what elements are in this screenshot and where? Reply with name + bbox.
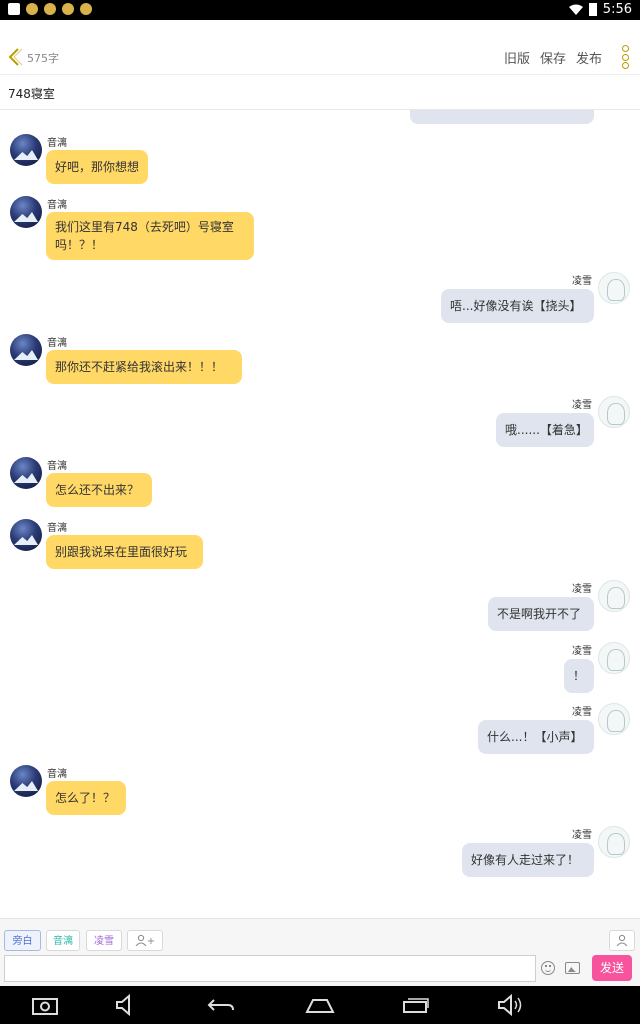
sender-name: 音漓 bbox=[47, 338, 67, 349]
message-text: 那你还不赶紧给我滚出来！！！ bbox=[55, 360, 224, 374]
message-text: 别跟我说呆在里面很好玩 bbox=[55, 545, 188, 559]
sender-name: 凌雪 bbox=[572, 707, 592, 718]
camera-icon[interactable] bbox=[32, 994, 58, 1016]
message-bubble[interactable]: 怎么了！？ bbox=[46, 781, 126, 815]
avatar[interactable] bbox=[598, 703, 630, 735]
sender-name: 凌雪 bbox=[572, 830, 592, 841]
message-input[interactable] bbox=[4, 955, 536, 982]
status-time: 5:56 bbox=[602, 2, 632, 17]
notification-icons bbox=[8, 3, 92, 15]
sender-name: 凌雪 bbox=[572, 646, 592, 657]
avatar[interactable] bbox=[10, 134, 42, 166]
avatar[interactable] bbox=[598, 826, 630, 858]
sender-name: 音漓 bbox=[47, 200, 67, 211]
role-narrator-button[interactable]: 旁白 bbox=[4, 930, 41, 951]
emoji-icon[interactable] bbox=[541, 961, 555, 975]
message-bubble[interactable]: 不是啊我开不了 bbox=[488, 597, 594, 631]
message-bubble[interactable]: 唔...好像没有诶【挠头】 bbox=[441, 289, 594, 323]
message-bubble[interactable] bbox=[410, 110, 594, 124]
message-bubble[interactable]: 我们这里有748（去死吧）号寝室 吗！？！ bbox=[46, 212, 254, 260]
sender-name: 音漓 bbox=[47, 523, 67, 534]
wifi-icon bbox=[568, 4, 583, 15]
header-actions: 旧版 保存 发布 bbox=[504, 48, 602, 67]
more-icon[interactable] bbox=[620, 45, 630, 69]
back-icon[interactable] bbox=[206, 994, 236, 1016]
avatar[interactable] bbox=[10, 765, 42, 797]
chat-area[interactable]: 音漓 好吧，那你想想 音漓 我们这里有748（去死吧）号寝室 吗！？！ 凌雪 唔… bbox=[0, 110, 640, 918]
editor-header: 575字 旧版 保存 发布 bbox=[0, 20, 640, 75]
sender-name: 凌雪 bbox=[572, 584, 592, 595]
composer: 旁白 音漓 凌雪 + 发送 bbox=[0, 918, 640, 987]
message-bubble[interactable]: 怎么还不出来？ bbox=[46, 473, 152, 507]
sender-name: 音漓 bbox=[47, 461, 67, 472]
message-text: 哦......【着急】 bbox=[505, 423, 588, 437]
avatar[interactable] bbox=[598, 272, 630, 304]
send-button[interactable]: 发送 bbox=[592, 955, 632, 981]
sender-name: 音漓 bbox=[47, 138, 67, 149]
recents-icon[interactable] bbox=[402, 994, 430, 1016]
sender-name: 凌雪 bbox=[572, 400, 592, 411]
message-bubble[interactable]: 好像有人走过来了！ bbox=[462, 843, 594, 877]
avatar[interactable] bbox=[10, 334, 42, 366]
word-count: 575字 bbox=[27, 52, 59, 65]
sender-name: 音漓 bbox=[47, 769, 67, 780]
message-text: 我们这里有748（去死吧）号寝室 bbox=[55, 220, 234, 234]
system-nav-bar bbox=[0, 986, 640, 1024]
notification-icon bbox=[44, 3, 56, 15]
avatar[interactable] bbox=[598, 396, 630, 428]
message-bubble[interactable]: 那你还不赶紧给我滚出来！！！ bbox=[46, 350, 242, 384]
notification-icon bbox=[26, 3, 38, 15]
message-bubble[interactable]: 别跟我说呆在里面很好玩 bbox=[46, 535, 203, 569]
message-text: 不是啊我开不了 bbox=[497, 607, 582, 621]
avatar[interactable] bbox=[10, 519, 42, 551]
message-bubble[interactable]: ！ bbox=[564, 659, 594, 693]
add-role-button[interactable]: + bbox=[127, 930, 163, 951]
story-title-bar[interactable]: 748寝室 bbox=[0, 75, 640, 110]
image-icon[interactable] bbox=[565, 962, 580, 974]
message-bubble[interactable]: 什么...！【小声】 bbox=[478, 720, 594, 754]
message-text: 好像有人走过来了！ bbox=[471, 853, 580, 867]
person-icon bbox=[616, 934, 628, 947]
message-text: ！ bbox=[572, 669, 585, 683]
message-text: 怎么还不出来？ bbox=[55, 483, 140, 497]
avatar[interactable] bbox=[10, 457, 42, 489]
home-icon[interactable] bbox=[305, 994, 335, 1016]
role-lingxue-button[interactable]: 凌雪 bbox=[86, 930, 122, 951]
message-text: 好吧，那你想想 bbox=[55, 160, 140, 174]
message-text: 什么...！【小声】 bbox=[487, 730, 583, 744]
message-text: 唔...好像没有诶【挠头】 bbox=[450, 299, 582, 313]
publish-button[interactable]: 发布 bbox=[576, 48, 602, 67]
add-person-icon bbox=[135, 934, 147, 947]
save-button[interactable]: 保存 bbox=[540, 48, 566, 67]
message-text: 怎么了！？ bbox=[55, 791, 116, 805]
message-text: 吗！？！ bbox=[55, 238, 104, 252]
notification-app-icon bbox=[8, 3, 20, 15]
message-bubble[interactable]: 哦......【着急】 bbox=[496, 413, 594, 447]
battery-icon bbox=[588, 3, 597, 16]
status-bar: 5:56 bbox=[0, 0, 640, 20]
volume-up-icon[interactable] bbox=[496, 994, 526, 1016]
old-version-button[interactable]: 旧版 bbox=[504, 48, 530, 67]
avatar[interactable] bbox=[598, 580, 630, 612]
person-button[interactable] bbox=[609, 930, 635, 951]
add-role-label: + bbox=[146, 936, 156, 947]
avatar[interactable] bbox=[598, 642, 630, 674]
notification-icon bbox=[62, 3, 74, 15]
role-yinli-button[interactable]: 音漓 bbox=[46, 930, 80, 951]
avatar[interactable] bbox=[10, 196, 42, 228]
back-chevron-icon[interactable] bbox=[6, 47, 24, 67]
story-title: 748寝室 bbox=[8, 87, 55, 101]
notification-icon bbox=[80, 3, 92, 15]
volume-down-icon[interactable] bbox=[114, 994, 140, 1016]
sender-name: 凌雪 bbox=[572, 276, 592, 287]
message-bubble[interactable]: 好吧，那你想想 bbox=[46, 150, 149, 184]
